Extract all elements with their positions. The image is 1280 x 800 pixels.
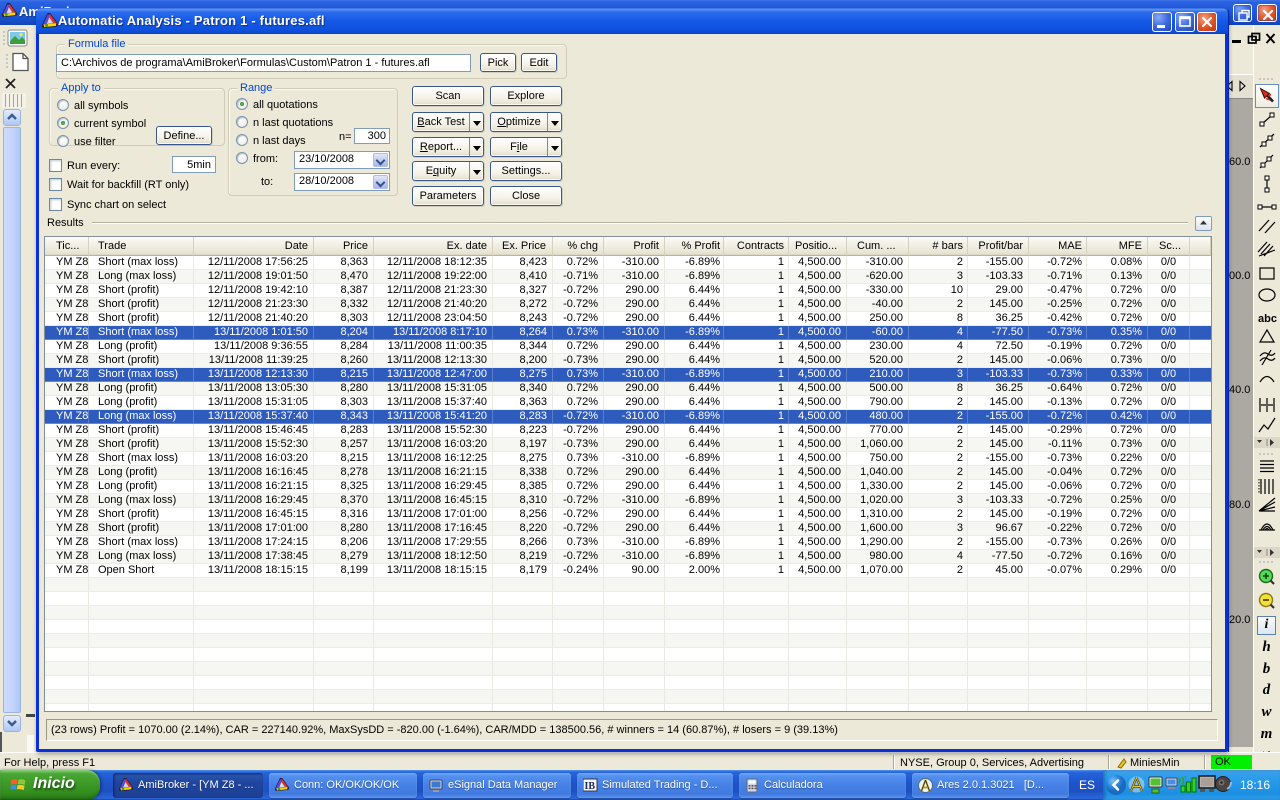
svg-text:IB: IB	[585, 781, 596, 792]
svg-text:abc: abc	[1258, 313, 1277, 325]
